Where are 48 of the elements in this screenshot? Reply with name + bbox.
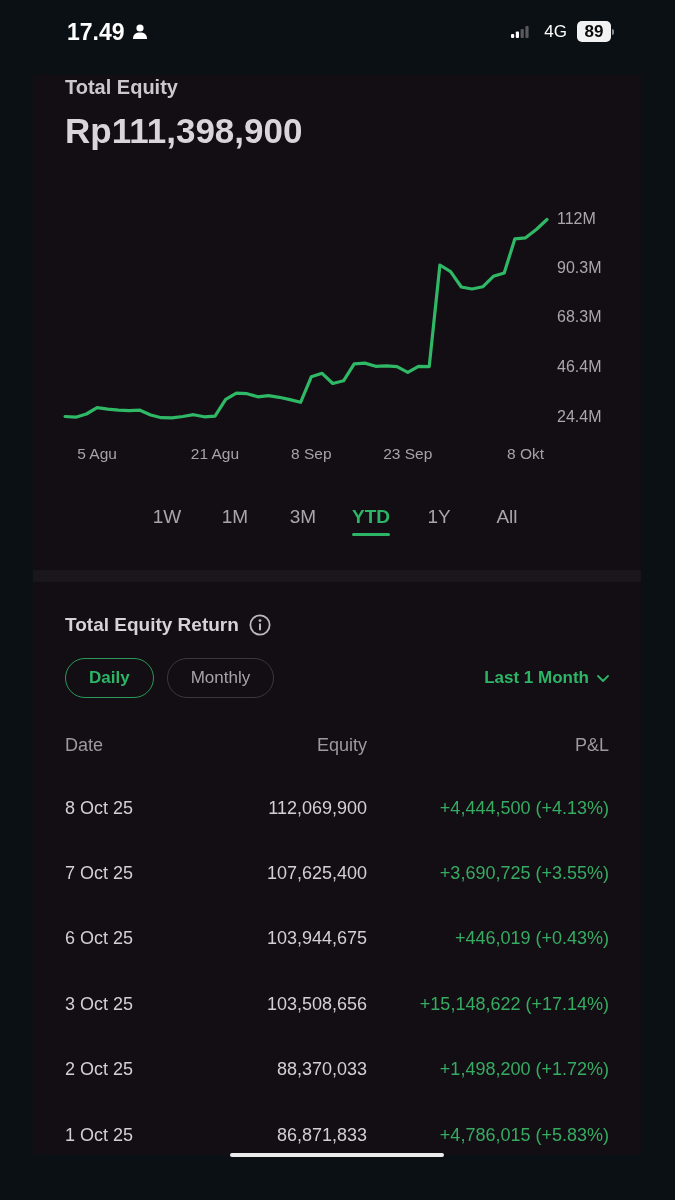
person-icon <box>132 24 147 39</box>
status-time: 17.49 <box>67 18 125 45</box>
pnl-cell: +15,148,622 (+17.14%) <box>419 992 609 1015</box>
period-tab[interactable]: All <box>473 500 541 536</box>
date-cell-text: 3 Oct 25 <box>65 992 135 1015</box>
x-axis-label: 8 Okt <box>507 445 545 462</box>
equity-cell: 112,069,900 <box>268 796 367 819</box>
x-axis-label: 5 Agu <box>77 445 117 462</box>
date-cell-text: 2 Oct 25 <box>65 1058 135 1081</box>
date-cell-text: 1 Oct 25 <box>65 1123 135 1146</box>
x-axis-label: 21 Agu <box>190 445 240 462</box>
date-cell-text: 7 Oct 25 <box>65 862 135 885</box>
period-tab[interactable]: 1W <box>133 500 201 536</box>
chevron-down-icon <box>597 674 609 682</box>
pnl-cell: +4,786,015 (+5.83%) <box>439 1123 609 1146</box>
date-cell-text: 6 Oct 25 <box>65 927 135 950</box>
range-dropdown[interactable]: Last 1 Month <box>484 668 609 688</box>
y-axis-label: 46.4M <box>557 358 602 376</box>
equity-cell: 86,871,833 <box>276 1123 367 1146</box>
pnl-cell: +4,444,500 (+4.13%) <box>439 796 609 819</box>
date-cell-text: 8 Oct 25 <box>65 796 135 819</box>
equity-cell: 107,625,400 <box>266 862 367 885</box>
period-tab[interactable]: YTD <box>337 500 405 536</box>
column-header: P&L <box>574 734 609 756</box>
column-header: Equity <box>316 734 367 756</box>
signal-icon <box>511 25 530 38</box>
network-label: 4G <box>544 21 567 42</box>
section-title: Total Equity Return <box>65 613 239 637</box>
pnl-cell: +1,498,200 (+1.72%) <box>439 1058 609 1081</box>
y-axis-label: 24.4M <box>557 407 602 425</box>
x-axis-label: 23 Sep <box>383 445 433 462</box>
x-axis-label: 8 Sep <box>291 445 332 462</box>
y-axis-label: 112M <box>557 209 596 227</box>
equity-cell: 103,508,656 <box>266 992 367 1015</box>
section-title: Total Equity <box>64 75 179 99</box>
pnl-cell: +3,690,725 (+3.55%) <box>439 862 609 885</box>
info-icon[interactable] <box>248 614 271 636</box>
equity-value: Rp111,398,900 <box>64 111 304 151</box>
y-axis-label: 90.3M <box>557 258 602 276</box>
pnl-cell: +446,019 (+0.43%) <box>454 927 609 950</box>
y-axis-label: 68.3M <box>557 308 602 326</box>
period-tab[interactable]: 1Y <box>405 500 473 536</box>
period-tab[interactable]: 1M <box>201 500 269 536</box>
period-tab[interactable]: 3M <box>269 500 337 536</box>
equity-cell: 88,370,033 <box>276 1058 367 1081</box>
equity-cell: 103,944,675 <box>266 927 367 950</box>
column-header: Date <box>65 734 105 756</box>
battery-indicator: 89 <box>577 21 614 42</box>
